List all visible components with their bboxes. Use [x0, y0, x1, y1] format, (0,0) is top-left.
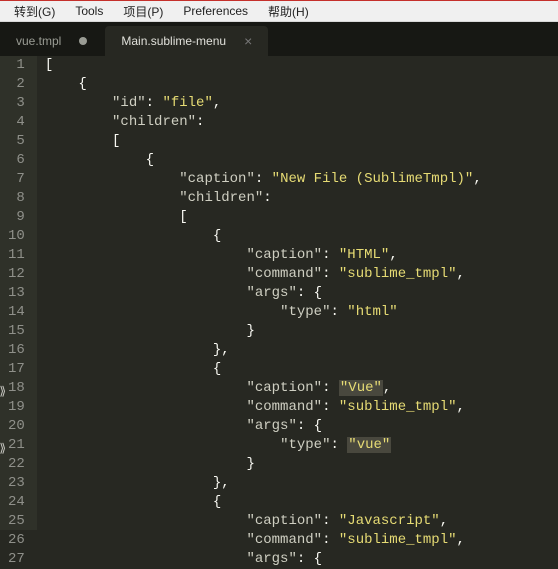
line-number: 24 [8, 493, 25, 512]
code-line[interactable]: "type": "vue" [45, 436, 482, 455]
code-line[interactable]: "type": "html" [45, 303, 482, 322]
line-number: 6 [8, 151, 25, 170]
line-number: 19 [8, 398, 25, 417]
line-number: 26 [8, 531, 25, 550]
code-line[interactable]: "id": "file", [45, 94, 482, 113]
code-line[interactable]: "caption": "Javascript", [45, 512, 482, 531]
code-line[interactable]: "args": { [45, 550, 482, 569]
line-number: 8 [8, 189, 25, 208]
gutter-mark-icon: ⟫ [0, 383, 6, 393]
code-line[interactable]: } [45, 455, 482, 474]
line-number: 11 [8, 246, 25, 265]
line-number: 21 [8, 436, 25, 455]
menubar[interactable]: 转到(G)Tools项目(P)Preferences帮助(H) [0, 0, 558, 22]
gutter-mark-icon: ⟫ [0, 440, 6, 450]
line-number: 10 [8, 227, 25, 246]
line-number: 23 [8, 474, 25, 493]
line-number: 4 [8, 113, 25, 132]
line-number: 27 [8, 550, 25, 569]
code-editor[interactable]: 1234567891011121314151617181920212223242… [0, 56, 558, 530]
tab[interactable]: Main.sublime-menu × [105, 26, 268, 56]
menu-item[interactable]: 项目(P) [113, 3, 173, 20]
line-number: 16 [8, 341, 25, 360]
line-number: 15 [8, 322, 25, 341]
code-line[interactable]: { [45, 360, 482, 379]
code-line[interactable]: "command": "sublime_tmpl", [45, 531, 482, 550]
tab-bar: vue.tmpl Main.sublime-menu × [0, 22, 558, 56]
line-number-gutter: 1234567891011121314151617181920212223242… [0, 56, 37, 530]
code-line[interactable]: }, [45, 341, 482, 360]
line-number: 13 [8, 284, 25, 303]
menu-item[interactable]: Preferences [173, 4, 258, 18]
line-number: 14 [8, 303, 25, 322]
code-line[interactable]: [ [45, 56, 482, 75]
line-number: 22 [8, 455, 25, 474]
tab-label: Main.sublime-menu [121, 34, 226, 48]
code-line[interactable]: "command": "sublime_tmpl", [45, 265, 482, 284]
line-number: 5 [8, 132, 25, 151]
line-number: 25 [8, 512, 25, 531]
code-line[interactable]: { [45, 493, 482, 512]
code-line[interactable]: "args": { [45, 284, 482, 303]
code-line[interactable]: "command": "sublime_tmpl", [45, 398, 482, 417]
line-number: 3 [8, 94, 25, 113]
code-line[interactable]: { [45, 227, 482, 246]
line-number: 18 [8, 379, 25, 398]
line-number: 2 [8, 75, 25, 94]
code-line[interactable]: [ [45, 208, 482, 227]
code-line[interactable]: "caption": "Vue", [45, 379, 482, 398]
line-number: 20 [8, 417, 25, 436]
code-line[interactable]: } [45, 322, 482, 341]
close-icon[interactable]: × [244, 34, 252, 48]
code-line[interactable]: { [45, 151, 482, 170]
code-area[interactable]: [ { "id": "file", "children": [ { "capti… [37, 56, 482, 530]
menu-item[interactable]: Tools [65, 4, 113, 18]
menu-item[interactable]: 帮助(H) [258, 3, 319, 20]
code-line[interactable]: { [45, 75, 482, 94]
line-number: 9 [8, 208, 25, 227]
code-line[interactable]: [ [45, 132, 482, 151]
line-number: 7 [8, 170, 25, 189]
line-number: 1 [8, 56, 25, 75]
line-number: 17 [8, 360, 25, 379]
code-line[interactable]: "args": { [45, 417, 482, 436]
tab[interactable]: vue.tmpl [0, 26, 103, 56]
line-number: 12 [8, 265, 25, 284]
code-line[interactable]: "children": [45, 189, 482, 208]
code-line[interactable]: "caption": "HTML", [45, 246, 482, 265]
menu-item[interactable]: 转到(G) [4, 3, 65, 20]
code-line[interactable]: }, [45, 474, 482, 493]
dirty-indicator-icon [79, 37, 87, 45]
tab-label: vue.tmpl [16, 34, 61, 48]
code-line[interactable]: "caption": "New File (SublimeTmpl)", [45, 170, 482, 189]
code-line[interactable]: "children": [45, 113, 482, 132]
